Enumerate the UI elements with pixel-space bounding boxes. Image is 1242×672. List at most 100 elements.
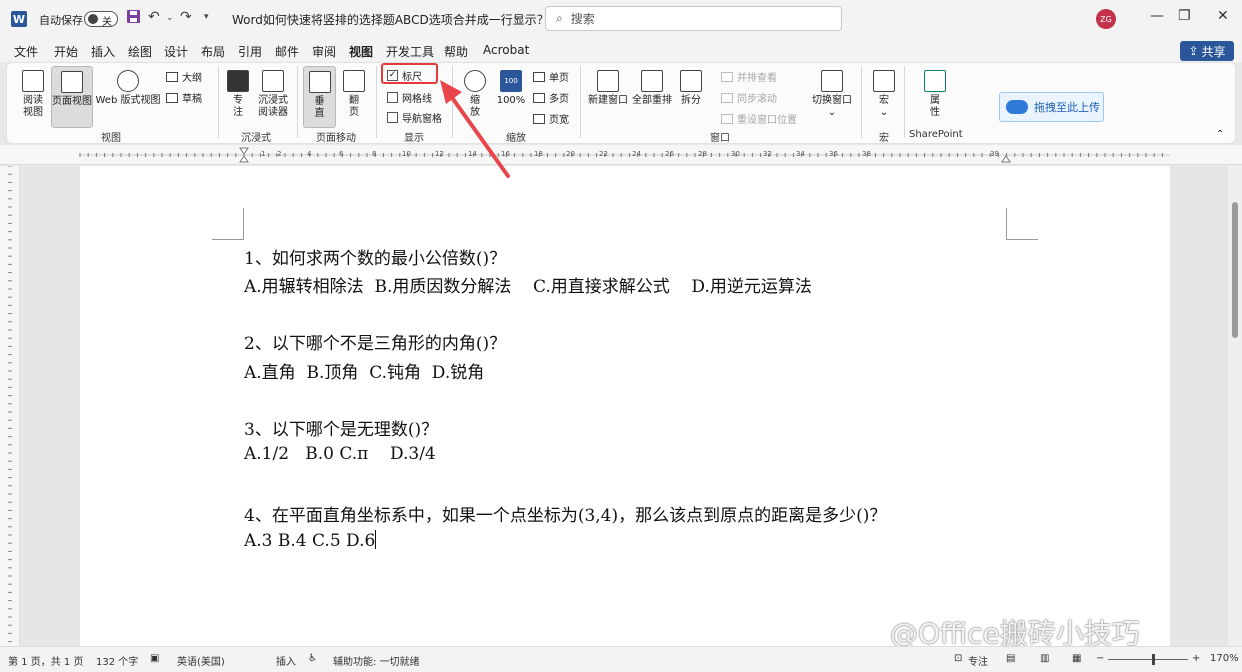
- switch-windows-button[interactable]: 切换窗口 ⌄: [810, 70, 854, 119]
- tab-draw[interactable]: 绘图: [128, 43, 152, 60]
- nav-pane-label: 导航窗格: [402, 114, 442, 125]
- options-1[interactable]: A.用辗转相除法 B.用质因数分解法 C.用直接求解公式 D.用逆元运算法: [244, 272, 812, 297]
- immersive-reader-button[interactable]: 沉浸式 阅读器: [253, 70, 293, 119]
- language[interactable]: 英语(美国): [177, 653, 225, 668]
- focus-mode[interactable]: 专注: [968, 653, 988, 668]
- word-count[interactable]: 132 个字: [96, 653, 138, 668]
- ribbon-separator: [452, 66, 453, 138]
- search-input[interactable]: ⌕ 搜索: [545, 6, 842, 31]
- tab-file[interactable]: 文件: [14, 43, 38, 60]
- minimize-icon[interactable]: —: [1150, 8, 1164, 24]
- accessibility-status[interactable]: 辅助功能: 一切就绪: [333, 653, 420, 668]
- nav-pane-checkbox[interactable]: 导航窗格: [387, 110, 442, 125]
- split-label: 拆分: [681, 95, 701, 106]
- upload-button[interactable]: 拖拽至此上传: [999, 92, 1104, 122]
- focus-button[interactable]: 专 注: [225, 70, 251, 119]
- autosave-state: 关: [102, 17, 112, 28]
- ribbon-separator: [297, 66, 298, 138]
- document-page[interactable]: [80, 166, 1170, 646]
- ruler-number: 32: [763, 150, 772, 158]
- web-layout-button[interactable]: Web 版式视图: [95, 70, 161, 107]
- page-width-button[interactable]: 页宽: [533, 111, 569, 126]
- accessibility-icon[interactable]: ♿: [308, 653, 317, 664]
- multiple-pages-button[interactable]: 多页: [533, 90, 569, 105]
- gridlines-checkbox[interactable]: 网格线: [387, 90, 432, 105]
- vertical-button[interactable]: 垂 直: [303, 66, 336, 128]
- new-window-button[interactable]: 新建窗口: [587, 70, 629, 107]
- draft-label: 草稿: [182, 94, 202, 105]
- ruler-number: 26: [665, 150, 674, 158]
- macros-icon: [873, 70, 895, 92]
- scrollbar-thumb[interactable]: [1232, 202, 1238, 338]
- close-icon[interactable]: ✕: [1217, 8, 1229, 24]
- tab-design[interactable]: 设计: [164, 43, 188, 60]
- tab-home[interactable]: 开始: [54, 43, 78, 60]
- redo-icon[interactable]: ↷: [180, 9, 192, 25]
- save-icon[interactable]: [126, 9, 141, 28]
- ruler-number: 4: [307, 150, 312, 158]
- options-2[interactable]: A.直角 B.顶角 C.钝角 D.锐角: [244, 358, 484, 383]
- proofing-icon[interactable]: ▣: [150, 653, 159, 664]
- question-4[interactable]: 4、在平面直角坐标系中，如果一个点坐标为(3,4)，那么该点到原点的距离是多少(…: [244, 501, 886, 526]
- group-label-window: 窗口: [710, 133, 730, 144]
- switch-windows-label: 切换窗口: [812, 95, 852, 106]
- vertical-label: 垂 直: [314, 96, 325, 119]
- zoom-button[interactable]: 缩 放: [461, 70, 489, 119]
- outline-icon: [166, 71, 178, 82]
- share-button[interactable]: ⇪ 共享: [1180, 41, 1234, 61]
- ruler-number: 10: [402, 150, 411, 158]
- web-layout-icon[interactable]: ▦: [1072, 653, 1081, 664]
- focus-label: 专 注: [233, 95, 243, 118]
- zoom-level[interactable]: 170%: [1210, 653, 1239, 664]
- insert-mode[interactable]: 插入: [276, 653, 296, 668]
- draft-button[interactable]: 草稿: [166, 90, 202, 105]
- tab-view[interactable]: 视图: [349, 43, 374, 65]
- read-mode-icon[interactable]: ▤: [1006, 653, 1015, 664]
- side-to-side-button[interactable]: 翻 页: [340, 70, 368, 119]
- tab-references[interactable]: 引用: [238, 43, 262, 60]
- horizontal-ruler[interactable]: 1 2 4 6 8 10 12 14 16 18 20 22 24 26 28 …: [0, 145, 1242, 165]
- outline-button[interactable]: 大纲: [166, 69, 202, 84]
- zoom-out-icon[interactable]: −: [1096, 653, 1104, 664]
- customize-qat-icon[interactable]: ▾: [204, 12, 209, 22]
- vertical-ruler[interactable]: [0, 165, 20, 646]
- focus-mode-icon[interactable]: ⊡: [954, 653, 962, 664]
- macros-button[interactable]: 宏 ⌄: [870, 70, 898, 119]
- question-2[interactable]: 2、以下哪个不是三角形的内角()？: [244, 329, 506, 354]
- tab-acrobat[interactable]: Acrobat: [483, 43, 529, 57]
- chevron-down-icon[interactable]: ⌄: [512, 10, 521, 23]
- question-1[interactable]: 1、如何求两个数的最小公倍数()？: [244, 244, 506, 269]
- one-page-button[interactable]: 单页: [533, 69, 569, 84]
- print-layout-button[interactable]: 页面视图: [51, 66, 93, 128]
- tab-insert[interactable]: 插入: [91, 43, 115, 60]
- tab-mailings[interactable]: 邮件: [275, 43, 299, 60]
- zoom-slider-thumb[interactable]: [1152, 654, 1155, 665]
- undo-dropdown-icon[interactable]: ⌄: [166, 13, 174, 23]
- group-label-immersive: 沉浸式: [241, 133, 271, 144]
- restore-icon[interactable]: ❐: [1178, 8, 1191, 24]
- options-4[interactable]: A.3 B.4 C.5 D.6: [244, 530, 377, 551]
- properties-button[interactable]: 属 性: [922, 70, 948, 119]
- page-count[interactable]: 第 1 页，共 1 页: [8, 653, 83, 668]
- read-mode-button[interactable]: 阅读 视图: [18, 70, 48, 119]
- zoom-in-icon[interactable]: +: [1192, 653, 1200, 664]
- reset-position-button[interactable]: 重设窗口位置: [721, 111, 797, 126]
- arrange-all-button[interactable]: 全部重排: [631, 70, 673, 107]
- tab-help[interactable]: 帮助: [444, 43, 468, 60]
- collapse-ribbon-icon[interactable]: ⌃: [1216, 129, 1224, 140]
- question-3[interactable]: 3、以下哪个是无理数()？: [244, 415, 438, 440]
- autosave-toggle[interactable]: 关: [84, 11, 118, 28]
- zoom-slider[interactable]: [1108, 659, 1188, 660]
- tab-developer[interactable]: 开发工具: [386, 43, 434, 60]
- split-button[interactable]: 拆分: [676, 70, 706, 107]
- side-by-side-button[interactable]: 并排查看: [721, 69, 777, 84]
- sync-scroll-button[interactable]: 同步滚动: [721, 90, 777, 105]
- tab-review[interactable]: 审阅: [312, 43, 336, 60]
- options-3[interactable]: A.1/2 B.0 C.π D.3/4: [244, 444, 436, 464]
- undo-icon[interactable]: ↶: [148, 9, 160, 25]
- zoom-100-button[interactable]: 100 100%: [495, 70, 527, 107]
- tab-layout[interactable]: 布局: [201, 43, 225, 60]
- vertical-scrollbar[interactable]: [1228, 166, 1242, 646]
- print-layout-icon[interactable]: ▥: [1040, 653, 1049, 664]
- avatar[interactable]: ZG: [1096, 9, 1116, 29]
